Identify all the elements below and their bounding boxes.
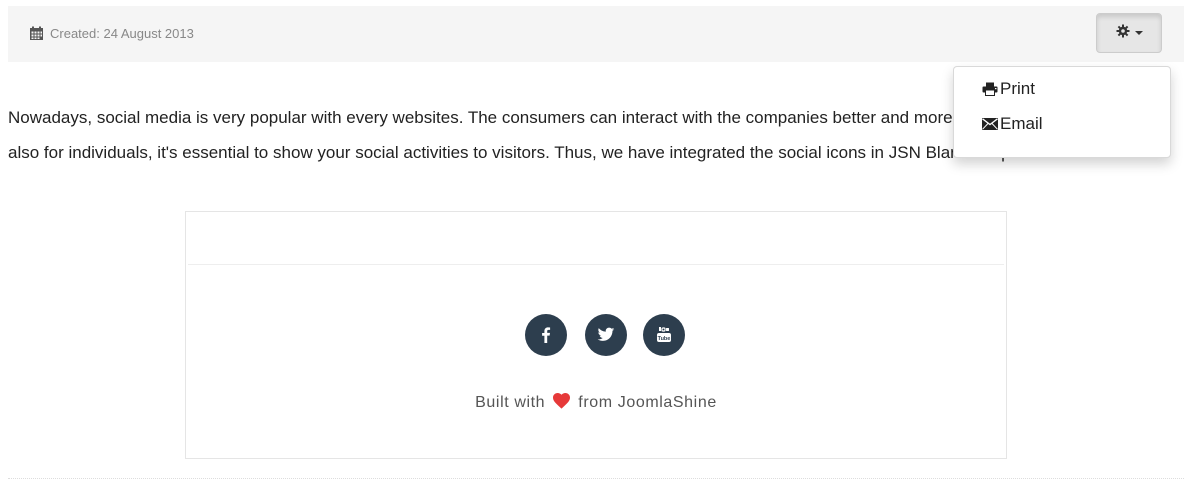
print-label: Print xyxy=(1000,79,1035,98)
built-with-prefix: Built with xyxy=(475,394,546,411)
facebook-link[interactable] xyxy=(525,314,567,356)
article-tools-dropdown: Print Email xyxy=(953,66,1171,158)
calendar-icon xyxy=(29,26,44,41)
article-tools-button[interactable] xyxy=(1096,13,1162,53)
gear-icon xyxy=(1116,24,1130,43)
footer-divider xyxy=(188,264,1004,265)
heart-icon xyxy=(552,392,571,414)
built-with-suffix: from JoomlaShine xyxy=(578,394,717,411)
svg-text:Tube: Tube xyxy=(658,336,671,342)
twitter-icon xyxy=(597,327,615,341)
youtube-icon: Tube xyxy=(657,327,671,342)
envelope-icon xyxy=(982,118,998,130)
print-menu-item[interactable]: Print xyxy=(982,79,1035,99)
caret-down-icon xyxy=(1134,31,1143,35)
built-with-credit: Built with from JoomlaShine xyxy=(186,392,1006,414)
email-menu-item[interactable]: Email xyxy=(982,114,1043,134)
created-date: Created: 24 August 2013 xyxy=(29,26,194,41)
created-label: Created: 24 August 2013 xyxy=(50,26,194,41)
youtube-link[interactable]: Tube xyxy=(643,314,685,356)
twitter-link[interactable] xyxy=(585,314,627,356)
article-info-bar: Created: 24 August 2013 xyxy=(8,6,1184,62)
facebook-icon xyxy=(542,327,551,343)
bottom-separator xyxy=(8,478,1184,479)
footer-module: Tube Built with from JoomlaShine xyxy=(185,211,1007,459)
print-icon xyxy=(982,82,998,96)
email-label: Email xyxy=(1000,114,1043,133)
